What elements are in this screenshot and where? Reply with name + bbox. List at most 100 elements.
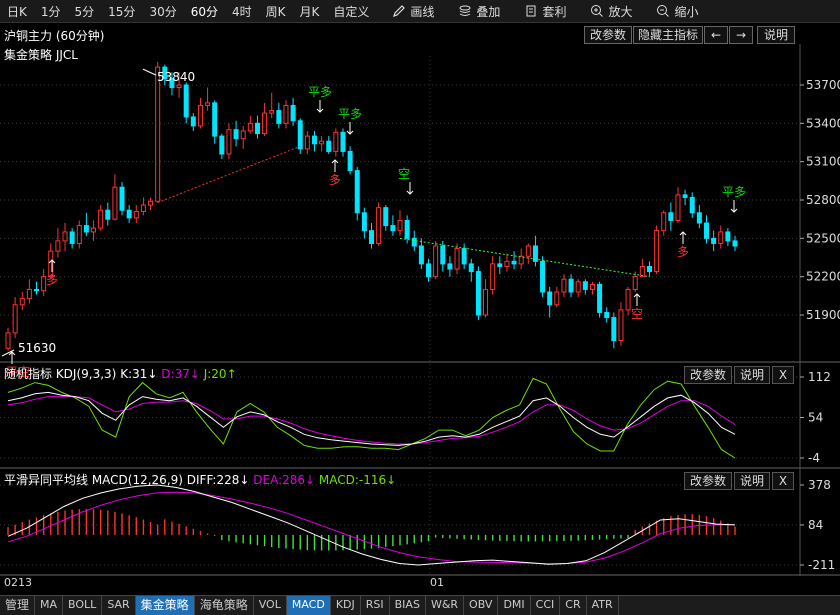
arbitrage-button[interactable]: 套利 xyxy=(512,3,578,20)
macd-tick-label: 378 xyxy=(808,478,831,492)
timeframe-4[interactable]: 30分 xyxy=(142,3,183,20)
candle-body xyxy=(326,140,332,152)
candle-body xyxy=(98,209,104,229)
tab-10[interactable]: BIAS xyxy=(390,596,426,615)
candle-body xyxy=(376,207,382,244)
modify-params-button[interactable]: 改参数 xyxy=(584,26,632,44)
pencil-icon xyxy=(393,5,406,17)
indicator-tabs: 管理 MA BOLL SAR 集金策略 海龟策略 VOL MACD KDJ RSI BIAS W&R O… xyxy=(0,595,840,615)
tab-0[interactable]: 管理 xyxy=(0,596,36,615)
tab-14[interactable]: CCI xyxy=(531,596,561,615)
tool-label: 缩小 xyxy=(674,4,699,19)
signal-label: 平多 xyxy=(308,85,332,99)
kdj-modify-button[interactable]: 改参数 xyxy=(684,366,732,384)
candle xyxy=(112,174,118,221)
hide-main-indicator-button[interactable]: 隐藏主指标 xyxy=(633,26,703,44)
candle-body xyxy=(575,281,581,293)
tab-2[interactable]: BOLL xyxy=(63,596,103,615)
candle-body xyxy=(347,150,353,172)
pencil-button[interactable]: 画线 xyxy=(380,3,446,20)
tab-9[interactable]: RSI xyxy=(361,596,390,615)
tab-4[interactable]: 集金策略 xyxy=(135,596,195,615)
candle xyxy=(497,256,503,275)
candle-body xyxy=(197,104,203,127)
candle xyxy=(689,192,695,218)
tab-16[interactable]: ATR xyxy=(587,596,619,615)
candle-body xyxy=(12,304,18,334)
timeframe-7[interactable]: 周K xyxy=(259,3,293,20)
timeframe-5[interactable]: 60分 xyxy=(184,3,225,20)
candle xyxy=(582,279,588,295)
tab-1[interactable]: MA xyxy=(35,596,64,615)
candle-body xyxy=(269,110,275,114)
zoom-in-button[interactable]: 放大 xyxy=(578,3,644,20)
candle xyxy=(55,228,61,258)
candle xyxy=(254,115,260,139)
price-chart[interactable]: 53700 53400 53100 52800 52500 52200 51900 53840… xyxy=(0,44,840,594)
candle-body xyxy=(668,212,674,221)
timeframe-3[interactable]: 15分 xyxy=(101,3,142,20)
tab-6[interactable]: VOL xyxy=(254,596,287,615)
stack-icon xyxy=(459,5,471,16)
candle xyxy=(333,128,339,157)
candle xyxy=(304,131,310,154)
kdj-close-button[interactable]: X xyxy=(772,366,794,384)
macd-modify-button[interactable]: 改参数 xyxy=(684,472,732,490)
timeframe-9[interactable]: 自定义 xyxy=(326,3,376,20)
zoom-out-button[interactable]: 缩小 xyxy=(644,3,710,20)
candle-body xyxy=(34,288,40,292)
candle xyxy=(639,258,645,278)
arrow-down-icon xyxy=(316,100,324,113)
stack-button[interactable]: 叠加 xyxy=(446,3,512,20)
timeframe-1[interactable]: 1分 xyxy=(34,3,68,20)
candle xyxy=(190,113,196,131)
timeframe-6[interactable]: 4时 xyxy=(225,3,259,20)
tab-11[interactable]: W&R xyxy=(426,596,465,615)
macd-title-bar: 平滑异同平均线 MACD(12,26,9) DIFF:228↓ DEA:286↓… xyxy=(4,471,396,488)
kdj-d-value: D:37↓ xyxy=(161,367,200,381)
candle-body xyxy=(290,104,296,122)
high-price-label: 53840 xyxy=(157,70,195,84)
candle xyxy=(426,258,432,282)
candle-body xyxy=(411,237,417,247)
tab-7[interactable]: MACD xyxy=(286,596,331,615)
candle xyxy=(618,302,624,346)
scroll-left-button[interactable]: ← xyxy=(704,26,728,44)
candle-body xyxy=(62,231,68,242)
kdj-help-button[interactable]: 说明 xyxy=(734,366,770,384)
candle-body xyxy=(418,245,424,265)
candle-body xyxy=(404,219,410,239)
candle-body xyxy=(589,283,595,290)
candle xyxy=(447,256,453,277)
tab-13[interactable]: DMI xyxy=(498,596,531,615)
scroll-right-button[interactable]: → xyxy=(729,26,753,44)
candle-body xyxy=(247,122,253,132)
timeframe-2[interactable]: 5分 xyxy=(68,3,102,20)
candle xyxy=(589,281,595,295)
candle xyxy=(504,253,510,272)
chart-header: 沪铜主力 (60分钟) 改参数 隐藏主指标 ← → 说明 xyxy=(0,24,840,44)
low-price-label: 51630 xyxy=(18,341,56,355)
candle-body xyxy=(561,278,567,293)
help-button[interactable]: 说明 xyxy=(757,26,795,44)
tab-3[interactable]: SAR xyxy=(102,596,136,615)
candle-body xyxy=(233,129,239,140)
tab-8[interactable]: KDJ xyxy=(331,596,361,615)
timeframe-0[interactable]: 日K xyxy=(0,3,34,20)
candle-body xyxy=(483,288,489,316)
macd-help-button[interactable]: 说明 xyxy=(734,472,770,490)
candle-body xyxy=(19,297,25,306)
candle xyxy=(418,238,424,269)
candle-body xyxy=(511,260,517,265)
tab-5[interactable]: 海龟策略 xyxy=(195,596,254,615)
macd-close-button[interactable]: X xyxy=(772,472,794,490)
candle-body xyxy=(654,230,660,273)
candle-body xyxy=(333,131,339,152)
candle xyxy=(475,266,481,321)
tab-15[interactable]: CR xyxy=(560,596,587,615)
tab-12[interactable]: OBV xyxy=(464,596,499,615)
candle-body xyxy=(461,248,467,265)
candle xyxy=(575,279,581,298)
candle xyxy=(83,212,89,236)
timeframe-8[interactable]: 月K xyxy=(293,3,327,20)
